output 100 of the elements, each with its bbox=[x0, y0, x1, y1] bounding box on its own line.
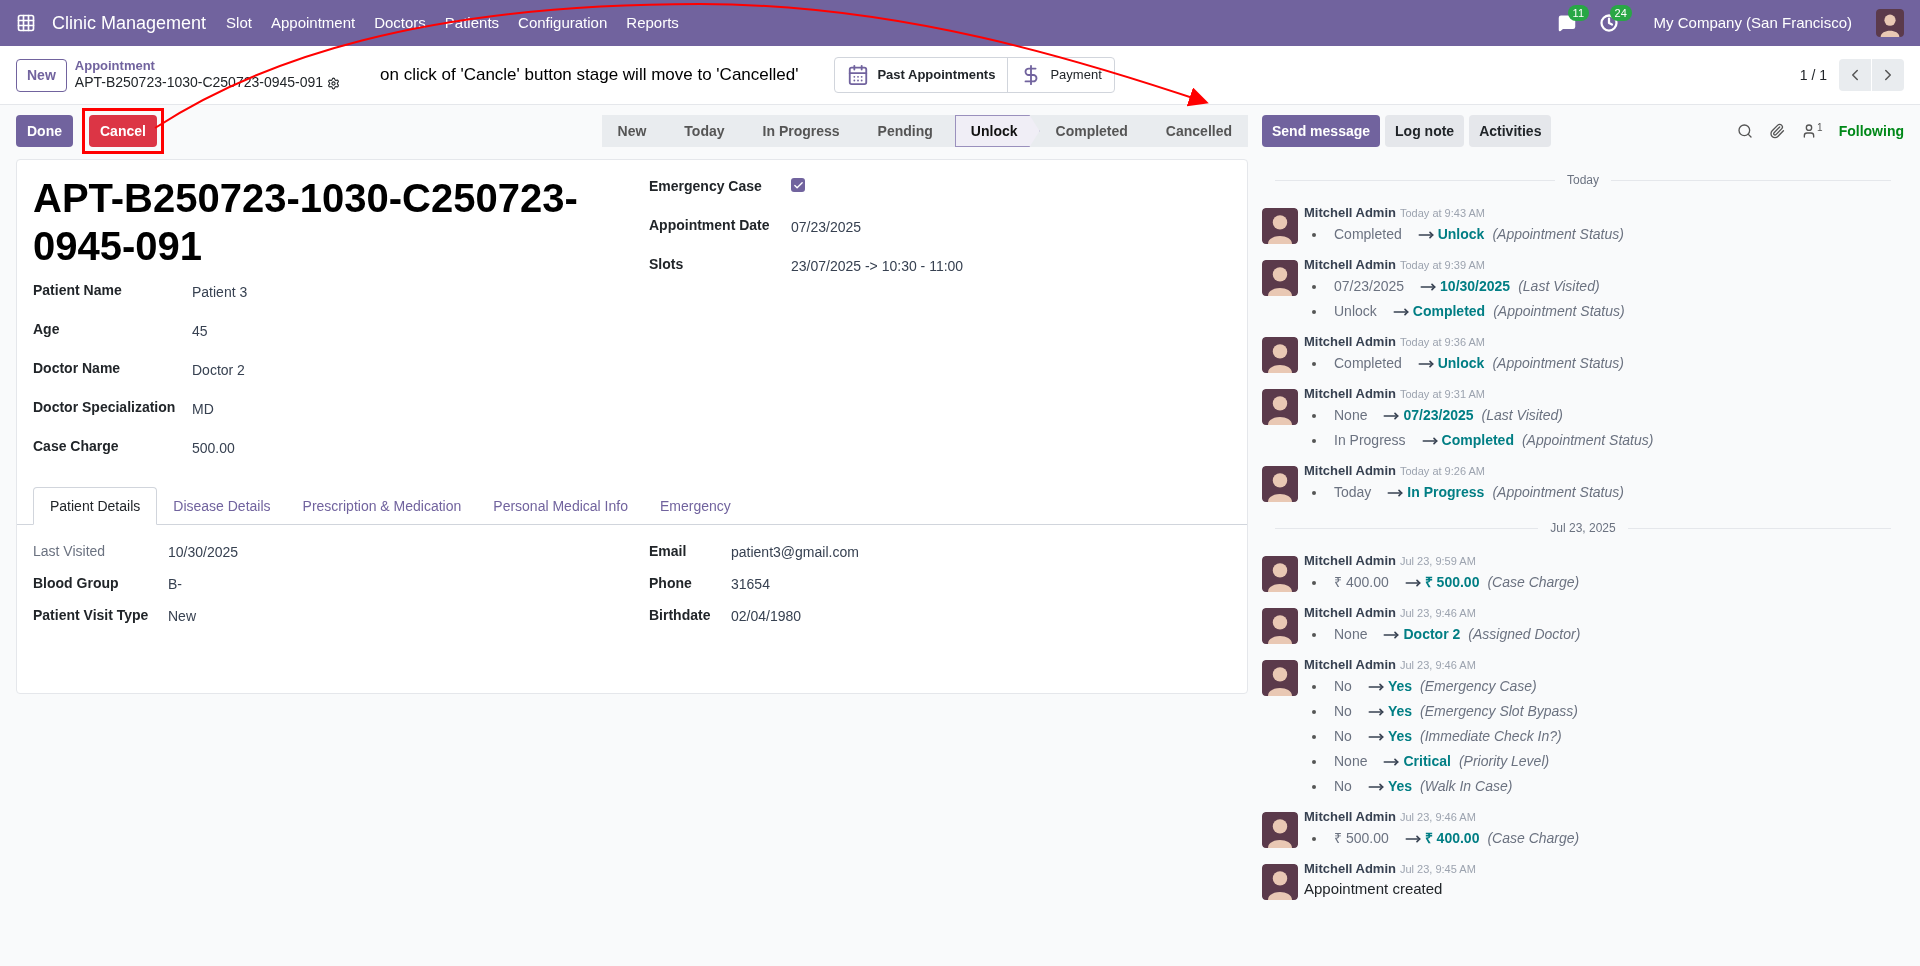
chatter-button[interactable]: Send message bbox=[1262, 115, 1381, 147]
field-value: patient3@gmail.com bbox=[731, 543, 859, 562]
avatar-icon bbox=[1262, 260, 1298, 296]
avatar-icon bbox=[1262, 466, 1298, 502]
field-value: MD bbox=[192, 400, 214, 419]
followers-count: 1 bbox=[1817, 123, 1823, 133]
field-label: Birthdate bbox=[649, 606, 712, 625]
field-name: (Appointment Status) bbox=[1492, 354, 1624, 373]
record-title: APT-B250723-1030-C250723-0945-091 bbox=[33, 175, 579, 270]
stage-button[interactable]: Cancelled bbox=[1149, 115, 1248, 147]
field-label: Phone bbox=[649, 574, 693, 593]
field-name: (Immediate Check In?) bbox=[1420, 727, 1562, 746]
activities-count: 24 bbox=[1609, 5, 1632, 21]
field-name: (Assigned Doctor) bbox=[1468, 625, 1581, 644]
new-value: Unlock bbox=[1437, 225, 1485, 244]
stage-button[interactable]: Completed bbox=[1039, 115, 1150, 147]
form-tab[interactable]: Prescription & Medication bbox=[286, 487, 478, 525]
message-author: Mitchell Admin bbox=[1304, 385, 1396, 403]
field-value: 02/04/1980 bbox=[731, 607, 802, 626]
message-time: Today at 9:39 AM bbox=[1399, 258, 1485, 273]
stage-button[interactable]: Today bbox=[668, 115, 747, 147]
message-time: Today at 9:26 AM bbox=[1399, 464, 1485, 479]
old-value: None bbox=[1334, 625, 1368, 644]
new-value: Yes bbox=[1387, 777, 1413, 796]
field-value: 07/23/2025 bbox=[791, 218, 862, 237]
message-time: Today at 9:31 AM bbox=[1399, 387, 1485, 402]
message-author: Mitchell Admin bbox=[1304, 552, 1396, 570]
old-value: Completed bbox=[1334, 225, 1402, 244]
field-value: 31654 bbox=[731, 575, 770, 594]
action-button[interactable]: Done bbox=[16, 115, 73, 147]
new-button[interactable]: New bbox=[16, 58, 67, 92]
field-label: Case Charge bbox=[33, 437, 120, 456]
menu-item[interactable]: Appointment bbox=[270, 11, 356, 35]
message-time: Today at 9:36 AM bbox=[1399, 335, 1485, 350]
form-tab[interactable]: Personal Medical Info bbox=[477, 487, 644, 525]
menu-item[interactable]: Reports bbox=[626, 11, 679, 35]
stage-button[interactable]: In Progress bbox=[746, 115, 862, 147]
field-name: (Last Visited) bbox=[1518, 277, 1600, 296]
field-value: Patient 3 bbox=[192, 283, 248, 302]
message-author: Mitchell Admin bbox=[1304, 656, 1396, 674]
company-name[interactable]: My Company (San Francisco) bbox=[1653, 11, 1852, 35]
avatar-icon bbox=[1876, 9, 1904, 37]
stage-button[interactable]: Pending bbox=[861, 115, 955, 147]
field-value: Doctor 2 bbox=[192, 361, 245, 380]
following-button[interactable]: Following bbox=[1838, 120, 1904, 142]
field-label: Doctor Specialization bbox=[33, 398, 177, 417]
new-value: Critical bbox=[1403, 752, 1451, 771]
chatter-button[interactable]: Activities bbox=[1469, 115, 1552, 147]
field-value: New bbox=[168, 607, 196, 626]
smart-button[interactable]: Past Appointments bbox=[835, 58, 1008, 92]
field-label: Email bbox=[649, 542, 688, 561]
app-name[interactable]: Clinic Management bbox=[52, 9, 207, 37]
calendar-icon bbox=[847, 64, 870, 86]
field-name: (Emergency Case) bbox=[1420, 677, 1537, 696]
field-name: (Walk In Case) bbox=[1420, 777, 1513, 796]
message-author: Mitchell Admin bbox=[1304, 204, 1396, 222]
apps-menu-icon[interactable] bbox=[16, 13, 36, 33]
form-tab[interactable]: Patient Details bbox=[33, 487, 158, 525]
old-value: No bbox=[1334, 777, 1352, 796]
breadcrumb-link[interactable]: Appointment bbox=[74, 58, 341, 75]
form-tab[interactable]: Disease Details bbox=[157, 487, 287, 525]
smart-button[interactable]: Payment bbox=[1007, 58, 1114, 92]
avatar-icon bbox=[1262, 208, 1298, 244]
old-value: No bbox=[1334, 677, 1352, 696]
old-value: In Progress bbox=[1334, 431, 1406, 450]
message-time: Jul 23, 9:59 AM bbox=[1399, 554, 1476, 569]
menu-item[interactable]: Configuration bbox=[518, 11, 608, 35]
stage-button[interactable]: New bbox=[601, 115, 669, 147]
paperclip-icon[interactable] bbox=[1769, 123, 1786, 139]
search-icon[interactable] bbox=[1737, 123, 1754, 139]
field-label: Last Visited bbox=[33, 542, 107, 561]
old-value: 07/23/2025 bbox=[1334, 277, 1405, 296]
field-name: (Appointment Status) bbox=[1492, 225, 1624, 244]
new-value: Yes bbox=[1387, 677, 1413, 696]
menu-item[interactable]: Doctors bbox=[374, 11, 426, 35]
field-name: (Appointment Status) bbox=[1492, 483, 1624, 502]
field-label: Age bbox=[33, 320, 61, 339]
message-time: Jul 23, 9:46 AM bbox=[1399, 810, 1476, 825]
new-value: Unlock bbox=[1437, 354, 1485, 373]
field-value: 45 bbox=[192, 322, 208, 341]
message-author: Mitchell Admin bbox=[1304, 860, 1396, 878]
action-button[interactable]: Cancel bbox=[89, 115, 157, 147]
field-label: Patient Visit Type bbox=[33, 606, 150, 625]
menu-item[interactable]: Slot bbox=[226, 11, 252, 35]
field-label: Doctor Name bbox=[33, 359, 122, 378]
new-value: Yes bbox=[1387, 702, 1413, 721]
stage-button[interactable]: Unlock bbox=[954, 115, 1040, 147]
old-value: None bbox=[1334, 752, 1368, 771]
message-time: Jul 23, 9:46 AM bbox=[1399, 606, 1476, 621]
chatter-button[interactable]: Log note bbox=[1385, 115, 1465, 147]
field-label: Appointment Date bbox=[649, 216, 771, 235]
date-separator: Jul 23, 2025 bbox=[1550, 520, 1616, 537]
date-separator: Today bbox=[1567, 172, 1599, 189]
checkbox[interactable] bbox=[791, 178, 805, 192]
form-tab[interactable]: Emergency bbox=[643, 487, 747, 525]
settings-icon[interactable] bbox=[327, 76, 341, 90]
message-author: Mitchell Admin bbox=[1304, 808, 1396, 826]
new-value: ₹ 500.00 bbox=[1424, 573, 1480, 592]
field-name: (Emergency Slot Bypass) bbox=[1420, 702, 1578, 721]
new-value: Completed bbox=[1412, 302, 1486, 321]
